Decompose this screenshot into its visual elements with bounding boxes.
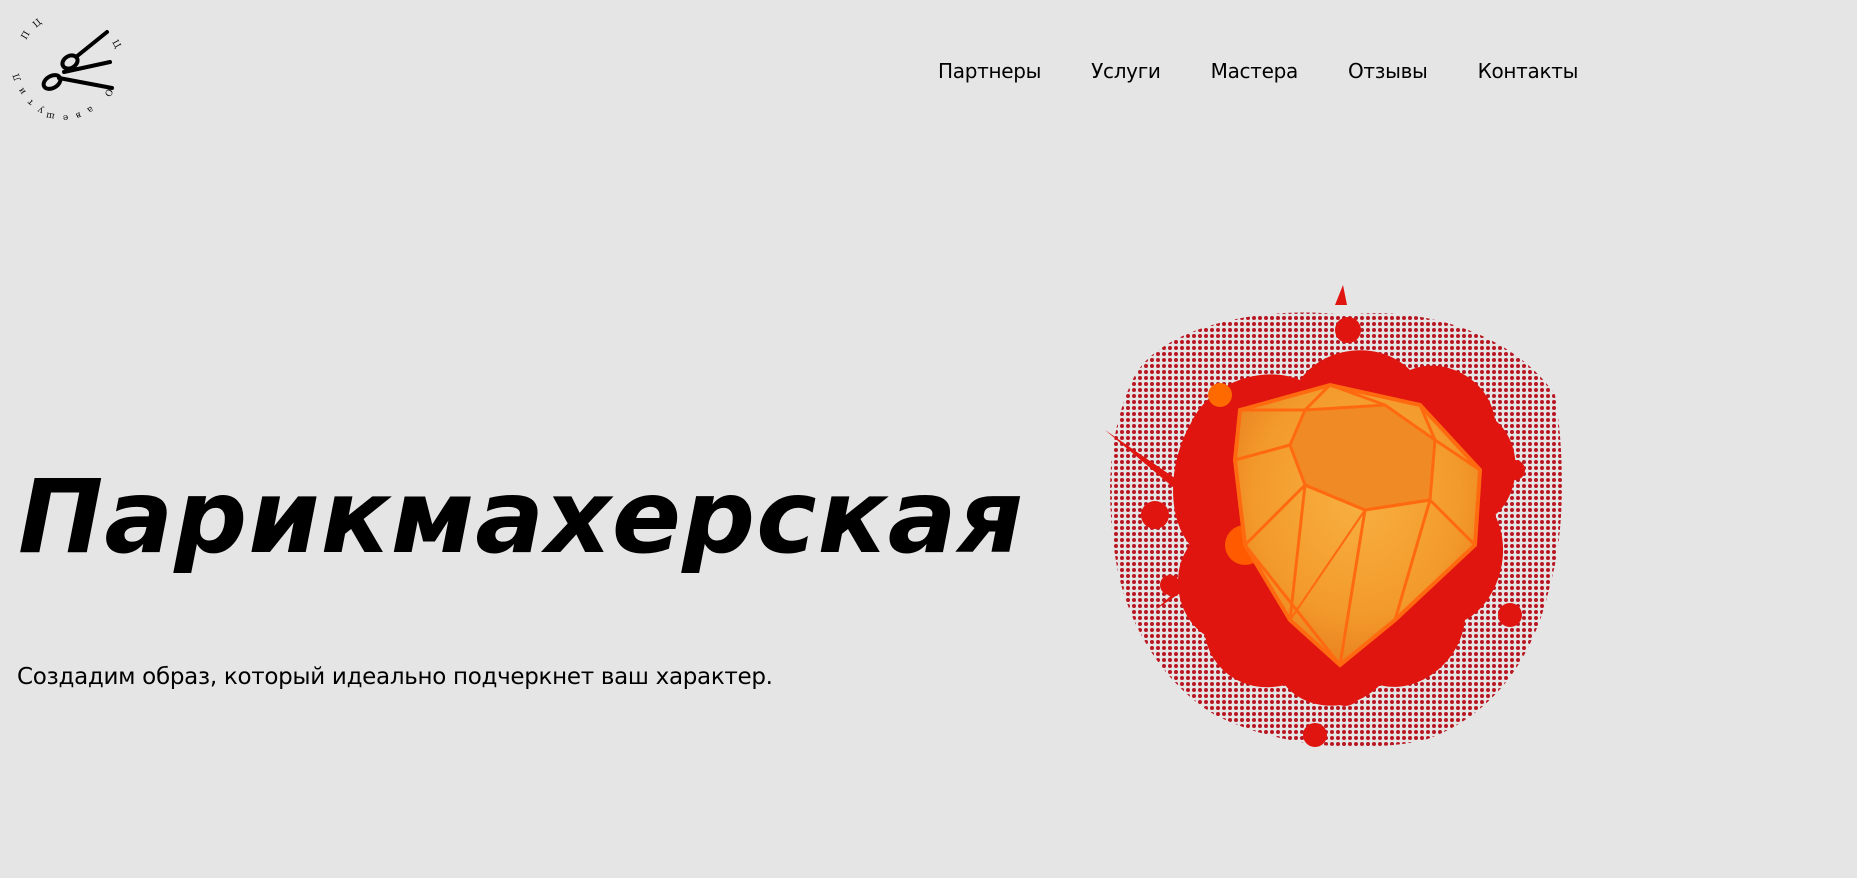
svg-text:а: а (84, 104, 95, 116)
nav-item-masters[interactable]: Мастера (1211, 56, 1299, 86)
gem-icon (1105, 285, 1562, 747)
svg-text:у: у (36, 104, 46, 116)
nav-item-reviews[interactable]: Отзывы (1348, 56, 1428, 86)
svg-text:т: т (26, 96, 36, 107)
hero-title: Парикмахерская (18, 458, 1025, 577)
main-navigation: Партнеры Услуги Мастера Отзывы Контакты (938, 56, 1578, 86)
svg-text:Ц: Ц (32, 17, 45, 30)
svg-text:ш: ш (45, 109, 56, 120)
svg-text:е: е (62, 112, 68, 122)
svg-text:Л: Л (12, 71, 24, 82)
nav-item-services[interactable]: Услуги (1091, 56, 1161, 86)
svg-text:Ц: Ц (109, 39, 122, 51)
scissors-logo[interactable]: Ц П Л и т у ш е в а О Ц (12, 12, 128, 128)
svg-text:и: и (17, 85, 29, 96)
nav-item-contacts[interactable]: Контакты (1478, 56, 1579, 86)
orange-gem-splash-image (1095, 285, 1565, 755)
svg-text:в: в (74, 109, 82, 120)
nav-item-partners[interactable]: Партнеры (938, 56, 1041, 86)
scissors-icon: Ц П Л и т у ш е в а О Ц (12, 17, 122, 122)
landing-page: Ц П Л и т у ш е в а О Ц Партнеры Услуги … (0, 0, 1857, 878)
svg-text:П: П (20, 30, 33, 42)
hero-subtitle: Создадим образ, который идеально подчерк… (17, 664, 773, 690)
